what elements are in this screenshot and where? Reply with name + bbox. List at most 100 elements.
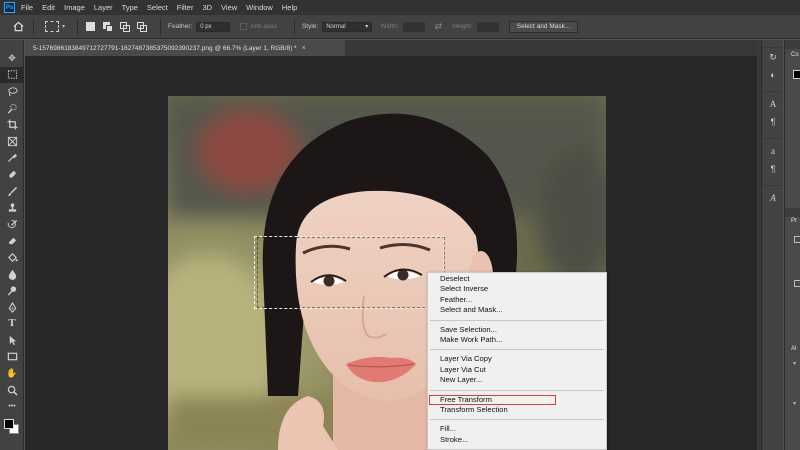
swap-width-height-icon: ⇄ (434, 21, 443, 31)
options-divider (293, 18, 295, 35)
menu-item-feather[interactable]: Feather... (428, 295, 606, 305)
character-styles-panel-icon[interactable]: a (762, 142, 784, 160)
close-icon[interactable]: × (302, 45, 306, 52)
menu-bar: Ps File Edit Image Layer Type Select Fil… (0, 0, 800, 15)
panel-group-divider (762, 131, 783, 139)
marquee-preset-icon[interactable] (45, 21, 59, 32)
menu-3d[interactable]: 3D (202, 3, 212, 12)
menu-item-deselect[interactable]: Deselect (428, 274, 606, 284)
anti-alias-checkbox[interactable] (240, 23, 248, 30)
chevron-down-icon: ▾ (365, 24, 369, 30)
glyphs-panel-icon[interactable]: A (762, 189, 784, 207)
menu-item-layer-via-copy[interactable]: Layer Via Copy (428, 354, 606, 364)
character-panel-icon[interactable]: A (762, 95, 784, 113)
menu-item-select-inverse[interactable]: Select Inverse (428, 284, 606, 294)
eyedropper-tool-icon[interactable] (0, 150, 24, 167)
menu-item-select-and-mask[interactable]: Select and Mask... (428, 305, 606, 315)
menu-view[interactable]: View (221, 3, 237, 12)
panel-group-divider (762, 84, 783, 92)
menu-image[interactable]: Image (64, 3, 85, 12)
chevron-down-icon[interactable]: ▾ (793, 400, 796, 407)
height-label: Height: (452, 23, 473, 30)
clone-stamp-tool-icon[interactable] (0, 199, 24, 216)
frame-tool-icon[interactable] (0, 133, 24, 150)
home-icon[interactable] (10, 19, 26, 35)
path-selection-tool-icon[interactable] (0, 332, 24, 349)
add-to-selection-mode-button[interactable] (102, 21, 113, 32)
document-tab-bar: 5-1576986183849712727791-162748738537509… (25, 40, 757, 56)
panel-header (785, 208, 800, 217)
menu-divider (430, 319, 604, 321)
dodge-tool-icon[interactable] (0, 282, 24, 299)
options-divider (77, 18, 78, 35)
options-bar: ▾ Feather: 0 px Anti-alias Style: Normal… (0, 15, 800, 39)
type-tool-icon[interactable]: T (0, 316, 24, 333)
menu-window[interactable]: Window (246, 3, 273, 12)
menu-item-transform-selection[interactable]: Transform Selection (428, 405, 606, 415)
menu-edit[interactable]: Edit (42, 3, 55, 12)
color-swatch[interactable] (793, 70, 800, 79)
menu-layer[interactable]: Layer (94, 3, 113, 12)
panel-grip[interactable] (0, 40, 23, 50)
document-tab[interactable]: 5-1576986183849712727791-162748738537509… (25, 40, 345, 56)
more-tools-icon[interactable]: ••• (0, 398, 24, 415)
zoom-tool-icon[interactable] (0, 382, 24, 399)
color-panel-tab[interactable]: Co (791, 52, 799, 58)
paint-bucket-tool-icon[interactable] (0, 249, 24, 266)
menu-item-save-selection[interactable]: Save Selection... (428, 325, 606, 335)
style-label: Style: (301, 23, 319, 30)
hand-tool-icon[interactable]: ✋ (0, 365, 24, 382)
options-divider (160, 18, 161, 35)
brush-tool-icon[interactable] (0, 183, 24, 200)
menu-item-fill[interactable]: Fill... (428, 424, 606, 434)
history-panel-icon[interactable]: ↻ (762, 48, 784, 66)
menu-file[interactable]: File (21, 3, 33, 12)
rectangular-marquee-tool-icon[interactable] (0, 66, 24, 84)
panel-header (785, 40, 800, 49)
menu-item-layer-via-cut[interactable]: Layer Via Cut (428, 365, 606, 375)
crop-tool-icon[interactable] (0, 116, 24, 133)
marquee-selection[interactable] (254, 236, 444, 309)
canvas-area[interactable]: Deselect Select Inverse Feather... Selec… (25, 56, 757, 450)
chevron-down-icon[interactable]: ▾ (62, 23, 70, 30)
chevron-down-icon[interactable]: ▾ (793, 360, 796, 367)
intersect-selection-mode-button[interactable] (136, 21, 147, 32)
healing-brush-tool-icon[interactable] (0, 166, 24, 183)
paragraph-styles-panel-icon[interactable]: ¶ (762, 160, 784, 178)
align-section-label: Al (791, 346, 797, 352)
menu-select[interactable]: Select (147, 3, 168, 12)
menu-type[interactable]: Type (122, 3, 138, 12)
panel-grip[interactable] (762, 40, 783, 48)
menu-help[interactable]: Help (282, 3, 297, 12)
style-select-value: Normal (326, 23, 346, 30)
new-selection-mode-button[interactable] (85, 21, 96, 32)
move-tool-icon[interactable]: ✥ (0, 50, 24, 67)
menu-item-make-work-path[interactable]: Make Work Path... (428, 335, 606, 345)
history-brush-tool-icon[interactable] (0, 216, 24, 233)
menu-item-free-transform[interactable]: Free Transform (429, 394, 556, 405)
width-input (402, 21, 425, 32)
menu-item-new-layer[interactable]: New Layer... (428, 375, 606, 385)
height-input (476, 21, 499, 32)
paragraph-panel-icon[interactable]: ¶ (762, 113, 784, 131)
expanded-panel-column: Co Pr Al ▾ ▾ (784, 40, 800, 450)
menu-item-stroke[interactable]: Stroke... (428, 435, 606, 445)
subtract-from-selection-mode-button[interactable] (119, 21, 130, 32)
panel-option-button[interactable] (794, 280, 800, 287)
style-select[interactable]: Normal ▾ (322, 21, 373, 32)
adjustments-panel-icon[interactable]: ◐ (762, 66, 784, 84)
foreground-color-swatch[interactable] (4, 419, 14, 430)
feather-input[interactable]: 0 px (196, 21, 231, 32)
lasso-tool-icon[interactable] (0, 83, 24, 100)
blur-tool-icon[interactable] (0, 266, 24, 283)
menu-filter[interactable]: Filter (177, 3, 194, 12)
pen-tool-icon[interactable] (0, 299, 24, 316)
select-and-mask-button[interactable]: Select and Mask... (508, 20, 579, 33)
eraser-tool-icon[interactable] (0, 233, 24, 250)
menu-divider (430, 389, 604, 391)
rectangle-tool-icon[interactable] (0, 349, 24, 366)
color-swatches[interactable] (0, 415, 24, 435)
properties-panel-tab[interactable]: Pr (791, 218, 797, 224)
quick-selection-tool-icon[interactable] (0, 100, 24, 117)
panel-option-button[interactable] (794, 236, 800, 243)
